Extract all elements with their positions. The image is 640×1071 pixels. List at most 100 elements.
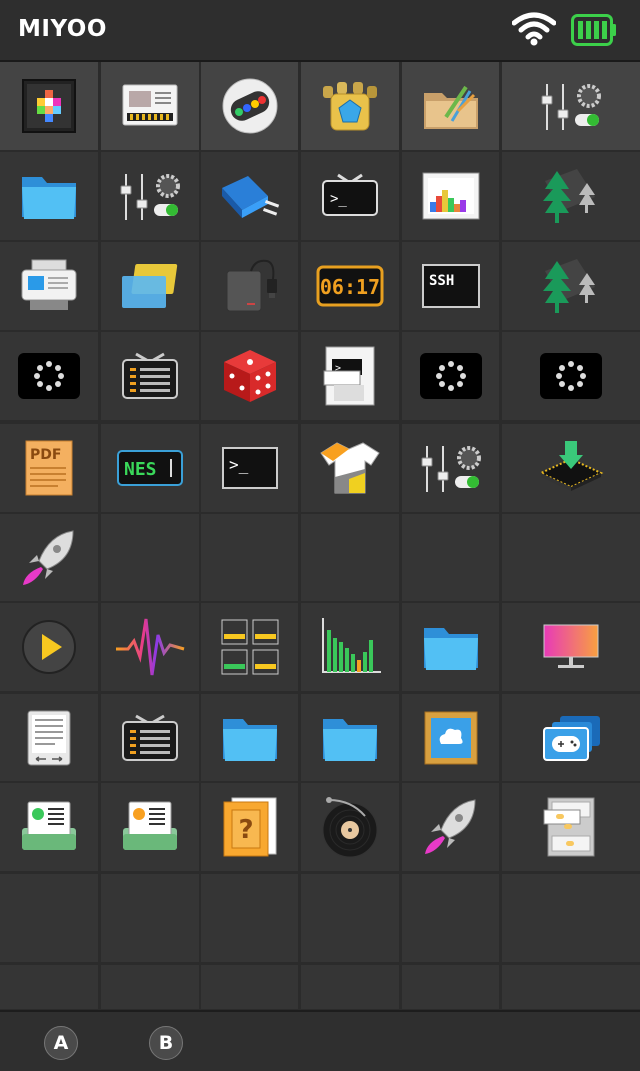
svg-text:PDF: PDF	[30, 447, 61, 463]
app-tile[interactable]	[0, 242, 98, 330]
app-tile[interactable]: >_	[301, 152, 399, 240]
app-tile[interactable]	[402, 424, 499, 512]
app-tile[interactable]	[101, 603, 199, 691]
folder-blue-icon	[422, 622, 480, 672]
gamepad-icon	[221, 77, 279, 135]
battery-full-icon	[571, 14, 616, 46]
loading-dots-icon	[17, 352, 81, 400]
status-bar: MIYOO	[0, 0, 640, 62]
app-tile[interactable]	[201, 242, 298, 330]
svg-text:?: ?	[238, 815, 253, 845]
empty-tile	[101, 874, 199, 962]
grid-row	[0, 514, 640, 601]
app-tile[interactable]	[0, 603, 98, 691]
wifi-icon	[512, 12, 556, 46]
app-tile[interactable]	[0, 152, 98, 240]
app-tile[interactable]	[402, 332, 499, 420]
app-tile[interactable]: 06:17	[301, 242, 399, 330]
folder-blue-icon	[20, 171, 78, 221]
app-tile[interactable]	[402, 62, 499, 150]
app-tile[interactable]	[101, 332, 199, 420]
app-tile[interactable]	[101, 694, 199, 781]
app-tile[interactable]	[201, 152, 298, 240]
b-button[interactable]: B	[149, 1026, 183, 1060]
grid-row: PDF NES >_	[0, 424, 640, 512]
rocket-icon	[19, 527, 79, 589]
app-tile[interactable]	[301, 694, 399, 781]
app-tile[interactable]	[402, 152, 499, 240]
app-tile[interactable]: >_	[301, 332, 399, 420]
empty-tile	[101, 514, 199, 601]
loading-dots-icon	[539, 352, 603, 400]
grid-row: 06:17 SSH	[0, 242, 640, 330]
help-book-icon: ?	[222, 796, 278, 858]
charger-icon	[221, 257, 279, 315]
app-tile[interactable]	[0, 783, 98, 871]
app-tile[interactable]	[402, 603, 499, 691]
app-tile[interactable]	[301, 783, 399, 871]
app-tile[interactable]	[0, 514, 98, 601]
app-tile[interactable]	[201, 694, 298, 781]
app-tile[interactable]	[0, 332, 98, 420]
app-tile[interactable]	[301, 62, 399, 150]
app-tile[interactable]: SSH	[402, 242, 499, 330]
app-tile[interactable]	[0, 62, 98, 150]
empty-tile	[301, 874, 399, 962]
contact-orange-icon	[121, 800, 179, 854]
usb-adapter-icon	[218, 168, 282, 224]
play-button-icon	[20, 618, 78, 676]
nes-icon: NES	[116, 449, 184, 487]
app-tile[interactable]: >_	[201, 424, 298, 512]
svg-text:>_: >_	[229, 455, 249, 474]
app-tile[interactable]: PDF	[0, 424, 98, 512]
clock-display-icon: 06:17	[316, 265, 384, 307]
terminal-tv-icon: >_	[320, 171, 380, 221]
svg-text:SSH: SSH	[429, 273, 454, 289]
game-controller-cards-icon	[540, 712, 602, 764]
empty-tile	[502, 965, 640, 1009]
app-tile[interactable]	[402, 783, 499, 871]
cards-icon	[118, 260, 182, 312]
app-tile[interactable]	[502, 62, 640, 150]
app-tile[interactable]	[502, 694, 640, 781]
folder-blue-icon	[221, 713, 279, 763]
app-tile[interactable]	[101, 783, 199, 871]
app-tile[interactable]: NES	[101, 424, 199, 512]
app-tile[interactable]	[301, 603, 399, 691]
app-tile[interactable]	[402, 694, 499, 781]
grid-row	[0, 874, 640, 962]
app-tile[interactable]	[502, 783, 640, 871]
tv-list-icon	[120, 350, 180, 402]
empty-tile	[402, 514, 499, 601]
app-tile[interactable]	[101, 62, 199, 150]
svg-text:06:17: 06:17	[320, 275, 380, 299]
app-tile[interactable]	[101, 242, 199, 330]
empty-tile	[402, 874, 499, 962]
pdf-document-icon: PDF	[24, 439, 74, 497]
pill-box-icon	[542, 796, 600, 858]
app-tile[interactable]	[502, 242, 640, 330]
app-tile[interactable]	[201, 332, 298, 420]
app-tile[interactable]	[301, 424, 399, 512]
app-tile[interactable]	[502, 424, 640, 512]
empty-tile	[201, 965, 298, 1009]
a-button[interactable]: A	[44, 1026, 78, 1060]
app-tile[interactable]: ?	[201, 783, 298, 871]
settings-sliders-icon	[419, 440, 483, 496]
app-title: MIYOO	[18, 16, 107, 42]
app-tile[interactable]	[201, 603, 298, 691]
app-tile[interactable]	[101, 152, 199, 240]
loading-dots-icon	[419, 352, 483, 400]
pixel-art-icon	[21, 78, 77, 134]
tv-list-icon	[120, 712, 180, 764]
bar-chart-icon	[317, 616, 383, 678]
app-tile[interactable]	[0, 694, 98, 781]
app-tile[interactable]	[201, 62, 298, 150]
contact-green-icon	[20, 800, 78, 854]
app-tile[interactable]	[502, 152, 640, 240]
folder-brush-icon	[422, 81, 480, 131]
svg-text:>_: >_	[330, 191, 347, 207]
app-tile[interactable]	[502, 332, 640, 420]
empty-tile	[301, 514, 399, 601]
app-tile[interactable]	[502, 603, 640, 691]
